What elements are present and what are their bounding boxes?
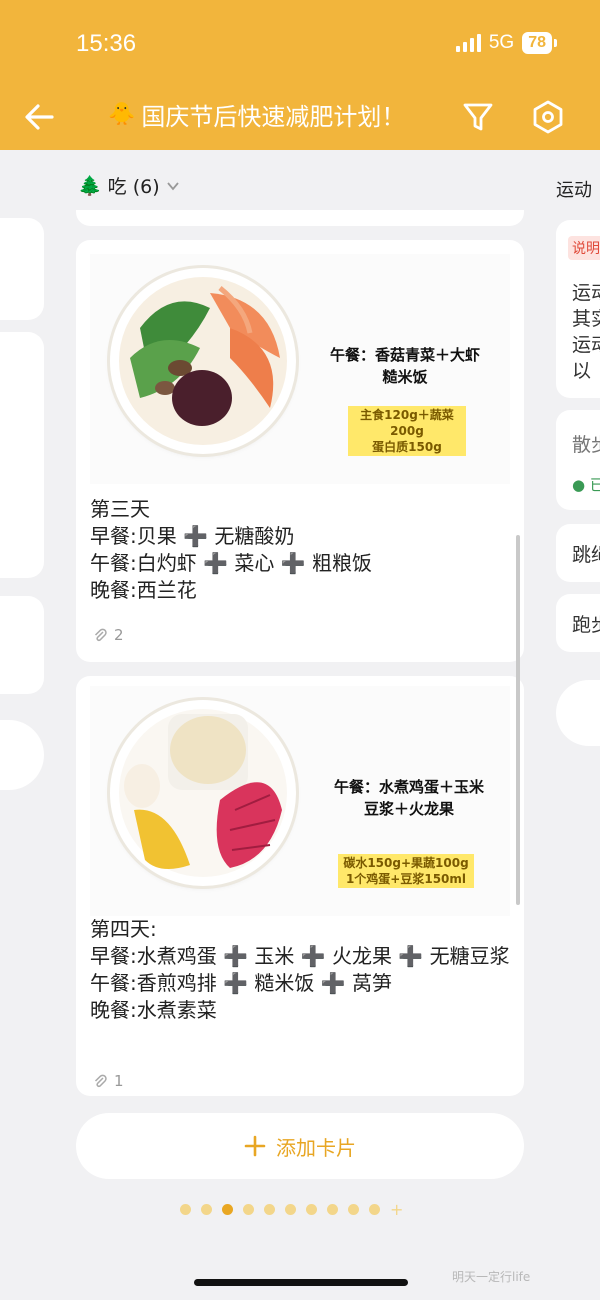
done-status-label: 已 bbox=[589, 476, 600, 494]
page-dot[interactable] bbox=[180, 1204, 191, 1215]
plate bbox=[110, 268, 296, 454]
column-pagination[interactable]: + bbox=[180, 1202, 403, 1218]
plate bbox=[110, 700, 296, 886]
app-header: 15:36 5G 78 🐥 国庆节后快速减肥计划！ bbox=[0, 0, 600, 150]
column-scrollbar[interactable] bbox=[516, 535, 520, 905]
meal-image: 午餐：香菇青菜＋大虾 糙米饭 主食120g＋蔬菜200g 蛋白质150g bbox=[90, 254, 510, 484]
page-dot[interactable] bbox=[264, 1204, 275, 1215]
next-column-card[interactable]: 跳绳 bbox=[556, 524, 600, 582]
note-line: 运动 bbox=[572, 282, 600, 304]
attachment-count: 1 bbox=[92, 1072, 124, 1090]
next-column-add[interactable] bbox=[556, 680, 600, 746]
item-label: 跑步 bbox=[572, 614, 600, 636]
board-title: 🐥 国庆节后快速减肥计划！ bbox=[108, 97, 448, 132]
next-column-card[interactable]: 散步 ● 已 bbox=[556, 410, 600, 510]
page-dot[interactable] bbox=[285, 1204, 296, 1215]
card-text: 第四天: 早餐:水煮鸡蛋 ➕ 玉米 ➕ 火龙果 ➕ 无糖豆浆 午餐:香煎鸡排 ➕… bbox=[90, 917, 510, 1022]
attachment-count-value: 2 bbox=[114, 626, 124, 644]
add-column-icon[interactable]: + bbox=[390, 1202, 403, 1218]
page-dot[interactable] bbox=[348, 1204, 359, 1215]
card-previous[interactable] bbox=[76, 210, 524, 226]
item-label: 散步 bbox=[572, 434, 600, 456]
tree-icon: 🌲 bbox=[78, 175, 102, 197]
attachment-count-value: 1 bbox=[114, 1072, 124, 1090]
prev-column-card[interactable] bbox=[0, 218, 44, 320]
meal-illustration bbox=[119, 709, 287, 877]
status-time: 15:36 bbox=[76, 30, 137, 57]
attachment-count: 2 bbox=[92, 626, 124, 644]
page-dot[interactable] bbox=[327, 1204, 338, 1215]
card-day-four[interactable]: 午餐：水煮鸡蛋＋玉米 豆浆＋火龙果 碳水150g+果蔬100g 1个鸡蛋+豆浆1… bbox=[76, 676, 524, 1096]
board-title-text: 国庆节后快速减肥计划！ bbox=[141, 103, 406, 131]
column-title: 吃 (6) bbox=[107, 176, 160, 198]
network-label: 5G bbox=[488, 32, 515, 53]
check-circle-icon: ● bbox=[572, 476, 586, 494]
prev-column-card[interactable] bbox=[0, 720, 44, 790]
done-status: ● 已 bbox=[572, 474, 600, 495]
card-day-three[interactable]: 午餐：香菇青菜＋大虾 糙米饭 主食120g＋蔬菜200g 蛋白质150g 第三天… bbox=[76, 240, 524, 662]
card-text: 第三天 早餐:贝果 ➕ 无糖酸奶 午餐:白灼虾 ➕ 菜心 ➕ 粗粮饭 晚餐:西兰… bbox=[90, 497, 372, 602]
note-line: 运动 bbox=[572, 334, 600, 356]
page-dot[interactable] bbox=[222, 1204, 233, 1215]
home-indicator[interactable] bbox=[194, 1279, 408, 1286]
meal-illustration bbox=[119, 277, 287, 445]
column-header-eat[interactable]: 🌲 吃 (6) bbox=[78, 172, 180, 199]
add-card-button[interactable]: 添加卡片 bbox=[76, 1113, 524, 1179]
filter-icon[interactable] bbox=[460, 97, 496, 137]
plus-icon bbox=[244, 1135, 266, 1157]
prev-column-card[interactable] bbox=[0, 332, 44, 578]
status-indicators: 5G 78 bbox=[455, 32, 557, 54]
image-note: 碳水150g+果蔬100g 1个鸡蛋+豆浆150ml bbox=[338, 854, 474, 888]
prev-column-card[interactable] bbox=[0, 596, 44, 694]
next-column-card[interactable]: 跑步 bbox=[556, 594, 600, 652]
item-label: 跳绳 bbox=[572, 544, 600, 566]
note-line: 以 bbox=[572, 360, 592, 382]
page-dot[interactable] bbox=[306, 1204, 317, 1215]
settings-icon[interactable] bbox=[528, 97, 568, 137]
image-note: 主食120g＋蔬菜200g 蛋白质150g bbox=[348, 406, 466, 456]
image-caption: 午餐：香菇青菜＋大虾 糙米饭 bbox=[329, 346, 480, 386]
note-line: 其实 bbox=[572, 308, 600, 330]
paperclip-icon bbox=[94, 1074, 107, 1088]
image-caption: 午餐：水煮鸡蛋＋玉米 豆浆＋火龙果 bbox=[333, 778, 484, 818]
battery-icon: 78 bbox=[522, 32, 557, 54]
back-arrow-icon[interactable] bbox=[20, 97, 60, 137]
page-dot[interactable] bbox=[243, 1204, 254, 1215]
chick-icon: 🐥 bbox=[108, 102, 136, 127]
meal-image: 午餐：水煮鸡蛋＋玉米 豆浆＋火龙果 碳水150g+果蔬100g 1个鸡蛋+豆浆1… bbox=[90, 686, 510, 916]
page-dot[interactable] bbox=[201, 1204, 212, 1215]
paperclip-icon bbox=[94, 628, 107, 642]
column-header-exercise[interactable]: 运动 bbox=[556, 176, 592, 202]
page-dot[interactable] bbox=[369, 1204, 380, 1215]
note-badge: 说明 bbox=[568, 236, 600, 260]
signal-icon bbox=[455, 34, 481, 52]
watermark: 明天一定行life bbox=[452, 1270, 531, 1284]
chevron-down-icon bbox=[166, 181, 179, 190]
add-card-label: 添加卡片 bbox=[276, 1135, 356, 1160]
